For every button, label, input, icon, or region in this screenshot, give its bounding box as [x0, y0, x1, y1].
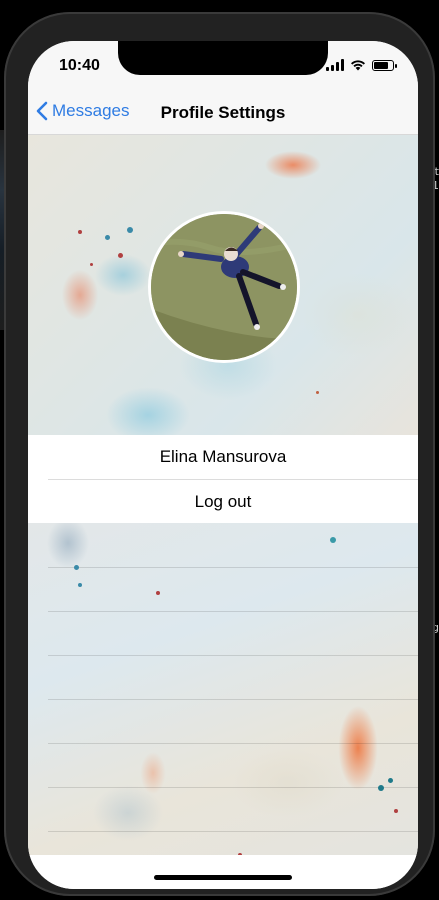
paint-speck — [90, 263, 93, 266]
battery-level — [374, 61, 388, 69]
navigation-bar: Messages Profile Settings — [28, 97, 418, 135]
paint-speck — [78, 230, 82, 234]
empty-row-separator — [48, 567, 418, 568]
notch — [118, 41, 328, 75]
paint-speck — [118, 253, 123, 258]
paint-speck — [127, 227, 133, 233]
paint-speck — [74, 565, 79, 570]
empty-row-separator — [48, 831, 418, 832]
paint-speck — [105, 235, 110, 240]
wifi-icon — [351, 60, 365, 71]
phone-screen: 10:40 Messages Profile Settings Elina Ma… — [28, 41, 418, 889]
phone-frame: 10:40 Messages Profile Settings Elina Ma… — [4, 12, 435, 896]
empty-row-separator — [48, 699, 418, 700]
profile-info-card: Elina Mansurova Log out — [28, 435, 418, 523]
profile-avatar[interactable] — [148, 211, 300, 363]
home-indicator-area — [28, 855, 418, 889]
paint-speck — [378, 785, 384, 791]
battery-icon — [372, 59, 397, 71]
paint-speck — [316, 391, 319, 394]
paint-speck — [156, 591, 160, 595]
empty-row-separator — [48, 611, 418, 612]
paint-speck — [78, 583, 82, 587]
empty-row-separator — [48, 743, 418, 744]
paint-speck — [388, 778, 393, 783]
cellular-signal-icon — [326, 59, 344, 71]
status-icons — [326, 59, 397, 71]
empty-row-separator — [48, 787, 418, 788]
paint-speck — [394, 809, 398, 813]
settings-background — [28, 523, 418, 855]
status-time: 10:40 — [59, 57, 100, 74]
empty-row-separator — [48, 655, 418, 656]
profile-header-background — [28, 135, 418, 435]
screen-recording: et 1 g 10:40 — [0, 0, 439, 900]
page-title: Profile Settings — [160, 103, 286, 122]
avatar-photo — [151, 214, 297, 360]
logout-button[interactable]: Log out — [28, 480, 418, 523]
paint-speck — [330, 537, 336, 543]
profile-name: Elina Mansurova — [159, 447, 287, 466]
home-indicator[interactable] — [154, 875, 292, 880]
